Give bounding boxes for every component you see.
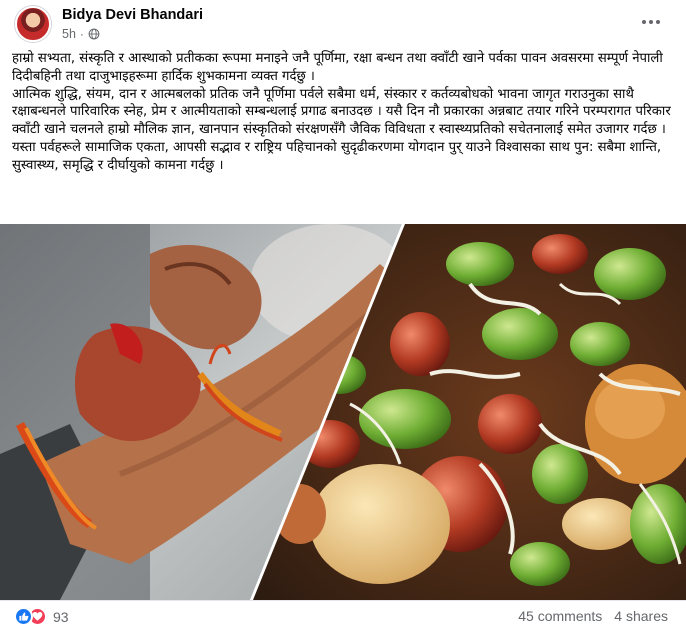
post-text: हाम्रो सभ्यता, संस्कृति र आस्थाको प्रतीक… [12, 50, 674, 175]
reaction-count[interactable]: 93 [53, 609, 69, 625]
photo-collage[interactable] [0, 224, 686, 600]
shares-count[interactable]: 4 shares [614, 608, 668, 624]
post-paragraph: हाम्रो सभ्यता, संस्कृति र आस्थाको प्रतीक… [12, 51, 663, 84]
author-name[interactable]: Bidya Devi Bhandari [62, 7, 203, 23]
comments-count[interactable]: 45 comments [518, 608, 602, 624]
meta-separator: · [79, 27, 84, 41]
reactions-summary[interactable]: 93 [14, 607, 69, 626]
globe-icon[interactable] [88, 28, 100, 40]
more-options-icon [642, 20, 646, 24]
post-header: Bidya Devi Bhandari 5h · [0, 0, 686, 48]
post-time[interactable]: 5h [62, 27, 76, 41]
post-paragraph: आत्मिक शुद्धि, संयम, दान र आत्मबलको प्रत… [12, 86, 671, 138]
post-meta: 5h · [62, 27, 100, 41]
more-options-button[interactable] [636, 10, 666, 34]
like-icon [14, 607, 33, 626]
post-photos[interactable] [0, 224, 686, 600]
post-footer: 93 45 comments 4 shares [0, 600, 686, 637]
post-paragraph: यस्ता पर्वहरूले सामाजिक एकता, आपसी सद्भा… [12, 139, 662, 173]
engagement-stats: 45 comments 4 shares [518, 608, 668, 624]
author-avatar[interactable] [15, 6, 51, 42]
